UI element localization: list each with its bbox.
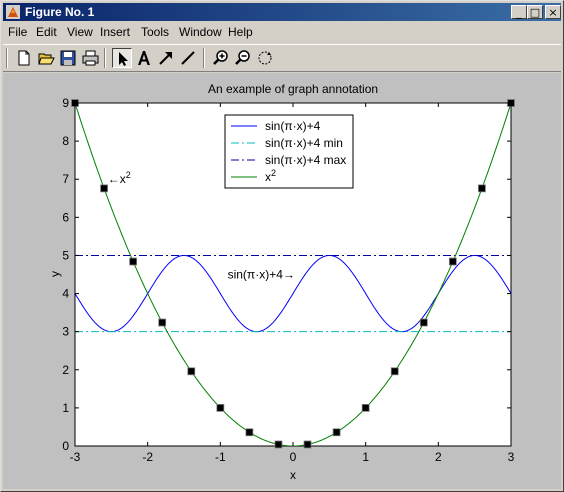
x-tick-label: 1 xyxy=(362,450,369,464)
data-point-marker xyxy=(332,428,341,437)
data-point-marker xyxy=(129,257,138,266)
plot-area[interactable]: -3 -2 -1 0 1 2 3 0 1 2 3 4 5 6 7 8 9 An example of graph… xyxy=(3,73,561,489)
annotation-sin: sin(π·x)+4→ xyxy=(228,268,295,282)
data-point-marker xyxy=(361,403,370,412)
save-icon xyxy=(60,50,76,66)
y-tick-label: 2 xyxy=(62,363,69,377)
data-point-marker xyxy=(216,403,225,412)
maximize-button[interactable]: □ xyxy=(527,5,543,19)
x-tick-label: -1 xyxy=(215,450,226,464)
figure-window: Figure No. 1 _ □ × File Edit View Insert… xyxy=(0,0,564,492)
x-tick-label: 3 xyxy=(508,450,515,464)
toolbar-grip xyxy=(6,48,8,68)
y-tick-label: 9 xyxy=(62,96,69,110)
data-point-marker xyxy=(478,184,486,193)
data-point-marker xyxy=(303,440,312,449)
insert-text-button[interactable] xyxy=(134,48,154,68)
x-tick-label: 0 xyxy=(290,450,297,464)
zoom-out-icon xyxy=(235,50,250,65)
menu-edit[interactable]: Edit xyxy=(36,25,57,39)
rotate-3d-button[interactable] xyxy=(255,48,275,68)
legend-label: sin(π·x)+4 min xyxy=(265,136,343,150)
insert-arrow-icon xyxy=(159,52,172,65)
save-button[interactable] xyxy=(58,48,78,68)
menu-file[interactable]: File xyxy=(8,25,27,39)
open-file-icon xyxy=(38,53,55,65)
menu-tools[interactable]: Tools xyxy=(141,25,169,39)
zoom-in-button[interactable] xyxy=(211,48,231,68)
new-figure-button[interactable] xyxy=(14,48,34,68)
data-point-marker xyxy=(390,367,399,376)
x-tick-label: 2 xyxy=(435,450,442,464)
select-arrow-icon xyxy=(119,52,128,66)
menu-window[interactable]: Window xyxy=(179,25,222,39)
legend-label: sin(π·x)+4 xyxy=(265,119,321,133)
menu-help[interactable]: Help xyxy=(228,25,253,39)
y-tick-label: 0 xyxy=(62,439,69,453)
legend[interactable]: sin(π·x)+4sin(π·x)+4 minsin(π·x)+4 maxx2 xyxy=(224,114,354,189)
close-button[interactable]: × xyxy=(545,5,561,19)
insert-line-icon xyxy=(181,51,195,65)
data-point-marker xyxy=(100,184,108,193)
x-tick-label: -2 xyxy=(142,450,153,464)
menu-view[interactable]: View xyxy=(67,25,93,39)
menu-insert[interactable]: Insert xyxy=(100,25,130,39)
minimize-button[interactable]: _ xyxy=(511,5,527,19)
window-title: Figure No. 1 xyxy=(25,5,95,19)
insert-line-button[interactable] xyxy=(178,48,198,68)
y-tick-label: 5 xyxy=(62,248,69,262)
rotate-3d-icon xyxy=(258,51,272,65)
y-tick-label: 4 xyxy=(62,287,69,301)
new-figure-icon xyxy=(18,50,30,66)
chart-title: An example of graph annotation xyxy=(208,82,378,96)
y-tick-label: 6 xyxy=(62,210,69,224)
insert-text-icon xyxy=(138,51,150,65)
title-bar[interactable]: Figure No. 1 _ □ × xyxy=(3,3,561,21)
toolbar xyxy=(3,44,561,72)
y-tick-label: 3 xyxy=(62,325,69,339)
insert-arrow-button[interactable] xyxy=(156,48,176,68)
select-arrow-button[interactable] xyxy=(112,48,132,68)
data-point-marker xyxy=(448,257,457,266)
data-point-marker xyxy=(187,367,196,376)
data-point-marker xyxy=(274,440,283,449)
y-tick-label: 1 xyxy=(62,401,69,415)
toolbar-separator xyxy=(203,48,205,68)
zoom-out-button[interactable] xyxy=(233,48,253,68)
figure-canvas[interactable]: -3 -2 -1 0 1 2 3 0 1 2 3 4 5 6 7 8 9 An example of graph… xyxy=(3,73,561,489)
y-tick-label: 7 xyxy=(62,172,69,186)
x-axis-label: x xyxy=(290,468,296,482)
print-button[interactable] xyxy=(80,48,100,68)
menu-bar: File Edit View Insert Tools Window Help xyxy=(3,22,561,42)
matlab-figure-icon xyxy=(6,5,20,19)
data-point-marker xyxy=(158,318,167,327)
print-icon xyxy=(82,50,99,66)
y-tick-label: 8 xyxy=(62,134,69,148)
toolbar-separator xyxy=(104,48,106,68)
x-tick-label: -3 xyxy=(70,450,81,464)
open-file-button[interactable] xyxy=(36,48,56,68)
data-point-marker xyxy=(419,318,428,327)
zoom-in-icon xyxy=(213,50,228,65)
data-point-marker xyxy=(245,428,254,437)
y-axis-label: y xyxy=(48,271,62,277)
legend-label: sin(π·x)+4 max xyxy=(265,153,346,167)
